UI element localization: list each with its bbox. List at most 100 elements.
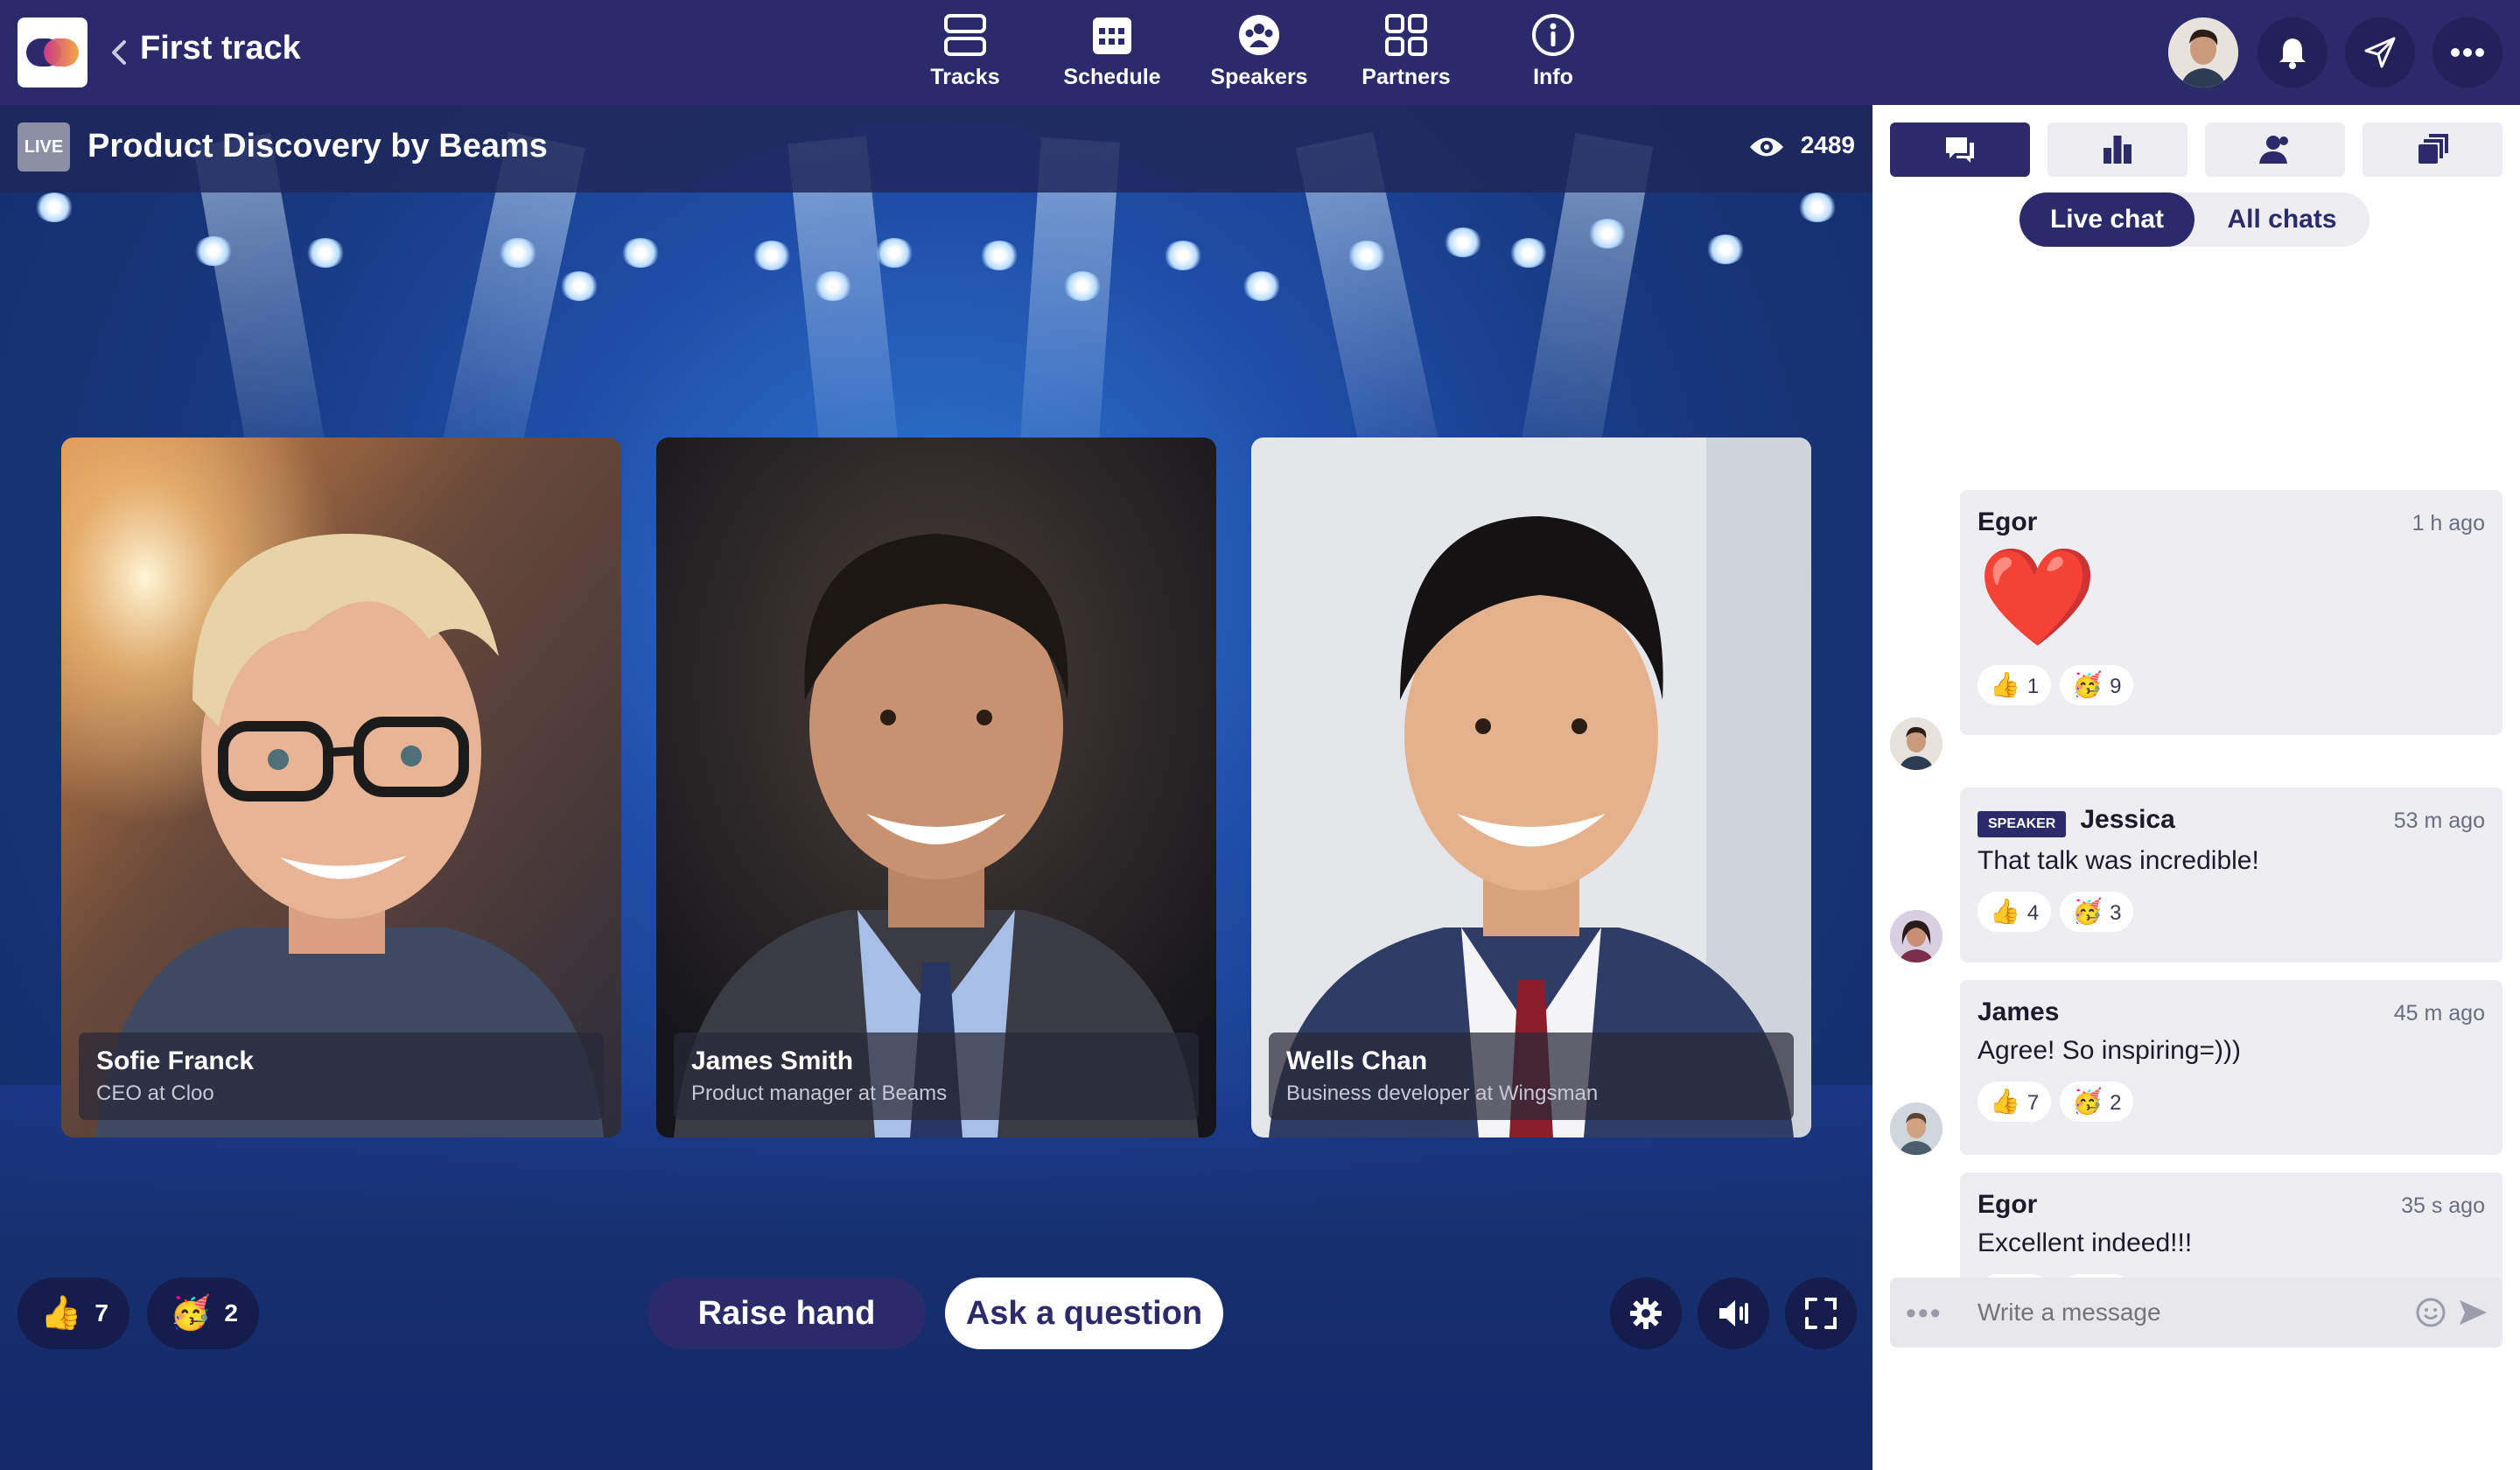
live-badge: LIVE [18,122,70,172]
user-avatar[interactable] [2168,18,2238,88]
chat-message: James 45 m ago Agree! So inspiring=))) 👍… [1960,980,2502,1155]
speakers-icon [1239,15,1279,55]
tracks-icon [944,14,986,56]
thumbs-up-icon: 👍 [1990,897,2020,925]
speaker-badge: SPEAKER [1978,810,2067,837]
speaker-name: Sofie Franck [96,1046,255,1075]
session-title: Product Discovery by Beams [88,128,548,164]
reaction-count: 2 [224,1299,238,1326]
reaction-chip[interactable]: 🥳 2 [2060,1082,2134,1122]
tab-chat[interactable] [1890,122,2030,177]
speaker-nameplate: Wells Chan Business developer at Wingsma… [1269,1032,1794,1120]
speaker-role: Product manager at Beams [691,1082,948,1105]
more-dots-icon [2451,48,2484,57]
fullscreen-button[interactable] [1785,1278,1857,1349]
back-chevron-icon[interactable] [103,35,138,70]
avatar[interactable] [1890,718,1942,770]
bell-icon [2279,38,2306,69]
reaction-chip[interactable]: 🥳3 [2060,891,2134,932]
reaction-chip[interactable]: 👍 4 [1978,891,2052,932]
gear-icon [1630,1298,1662,1329]
tab-polls[interactable] [2048,122,2188,177]
nav-info-label: Info [1533,65,1573,89]
message-time: 53 m ago [2393,808,2485,833]
thumbs-up-icon: 👍 [40,1295,82,1332]
message-reactions: 👍 1 🥳 9 [1978,665,2485,705]
track-title[interactable]: First track [140,30,301,67]
app-logo[interactable] [18,18,88,88]
stacked-docs-icon [2418,134,2448,164]
fullscreen-icon [1805,1298,1837,1329]
nav-tracks[interactable]: Tracks [900,12,1031,96]
reaction-chip[interactable]: 👍1 [1978,665,2052,705]
reaction-chip[interactable]: 👍 7 [1978,1082,2052,1122]
nav-partners-label: Partners [1362,65,1451,89]
volume-button[interactable] [1698,1278,1769,1349]
send-icon[interactable] [2457,1297,2488,1328]
top-bar: First track Tracks Schedule Speakers Par… [0,0,2520,105]
message-reactions: 👍 7 🥳 2 [1978,1082,2485,1122]
chat-panel: Live chat All chats Egor 1 h ago ❤️ 👍 1 🥳 9… [1872,105,2520,1470]
chat-message: SPEAKER Jessica 53 m ago That talk was in… [1960,788,2502,962]
message-time: 45 m ago [2393,1001,2485,1026]
stage-view: LIVE Product Discovery by Beams 2489 Sof… [0,105,1872,1470]
tab-files[interactable] [2362,122,2502,177]
nav-info[interactable]: Info [1488,12,1619,96]
eye-icon [1749,137,1783,157]
tab-live-chat[interactable]: Live chat [2020,192,2194,247]
reaction-count: 7 [94,1299,108,1326]
avatar[interactable] [1890,1102,1942,1155]
message-input[interactable] [1978,1293,2389,1332]
live-session-bar: LIVE Product Discovery by Beams 2489 [0,105,1872,192]
message-author: Jessica [2080,805,2175,834]
viewer-count-value: 2489 [1800,131,1855,158]
thumbs-up-icon: 👍 [1990,671,2020,698]
speaker-nameplate: James Smith Product manager at Beams [674,1032,1199,1120]
reaction-thumbs-up-button[interactable]: 👍 7 [18,1278,130,1349]
message-author: Egor [1978,508,2038,536]
send-direct-button[interactable] [2345,18,2415,88]
chat-bubbles-icon [1946,137,1974,163]
settings-button[interactable] [1610,1278,1682,1349]
speaker-card[interactable]: James Smith Product manager at Beams [656,438,1216,1138]
grid-icon [1385,14,1427,56]
ask-question-button[interactable]: Ask a question [945,1278,1223,1349]
thumbs-up-icon: 👍 [1990,1088,2020,1115]
more-dots-icon[interactable]: ••• [1906,1297,1942,1331]
message-text: Agree! So inspiring=))) [1978,1036,2241,1065]
reaction-chip[interactable]: 🥳 9 [2060,665,2134,705]
reaction-count: 1 [2026,675,2040,698]
reaction-count: 4 [2026,900,2040,925]
nav-speakers-label: Speakers [1210,65,1308,89]
party-face-icon: 🥳 [170,1295,212,1332]
avatar[interactable] [1890,910,1942,962]
nav-schedule-label: Schedule [1063,65,1161,89]
message-reactions: 👍 4 🥳 3 [1978,891,2485,932]
speaker-role: CEO at Cloo [96,1082,214,1105]
speaker-name: Wells Chan [1286,1046,1428,1075]
speaker-nameplate: Sofie Franck CEO at Cloo [79,1032,604,1120]
emoji-picker-icon[interactable] [2415,1297,2446,1328]
tab-all-chats[interactable]: All chats [2194,192,2370,247]
message-time: 1 h ago [2412,511,2485,536]
message-time: 35 s ago [2401,1194,2485,1218]
nav-partners[interactable]: Partners [1340,12,1472,96]
tab-attendees[interactable] [2205,122,2345,177]
reaction-party-button[interactable]: 🥳 2 [147,1278,259,1349]
notifications-button[interactable] [2258,18,2328,88]
more-options-button[interactable] [2432,18,2502,88]
speaker-name: James Smith [691,1046,854,1075]
speaker-volume-icon [1719,1300,1748,1326]
party-face-icon: 🥳 [2072,671,2104,698]
nav-speakers[interactable]: Speakers [1194,12,1325,96]
reaction-count: 3 [2110,900,2122,925]
nav-schedule[interactable]: Schedule [1046,12,1178,96]
reaction-count: 9 [2110,675,2122,698]
speaker-card[interactable]: Sofie Franck CEO at Cloo [61,438,621,1138]
speaker-card[interactable]: Wells Chan Business developer at Wingsma… [1251,438,1811,1138]
message-composer: ••• [1890,1278,2502,1348]
paper-plane-icon [2364,37,2396,68]
viewer-count: 2489 [1748,131,1855,160]
speaker-role: Business developer at Wingsman [1286,1082,1599,1105]
raise-hand-button[interactable]: Raise hand [648,1278,926,1349]
